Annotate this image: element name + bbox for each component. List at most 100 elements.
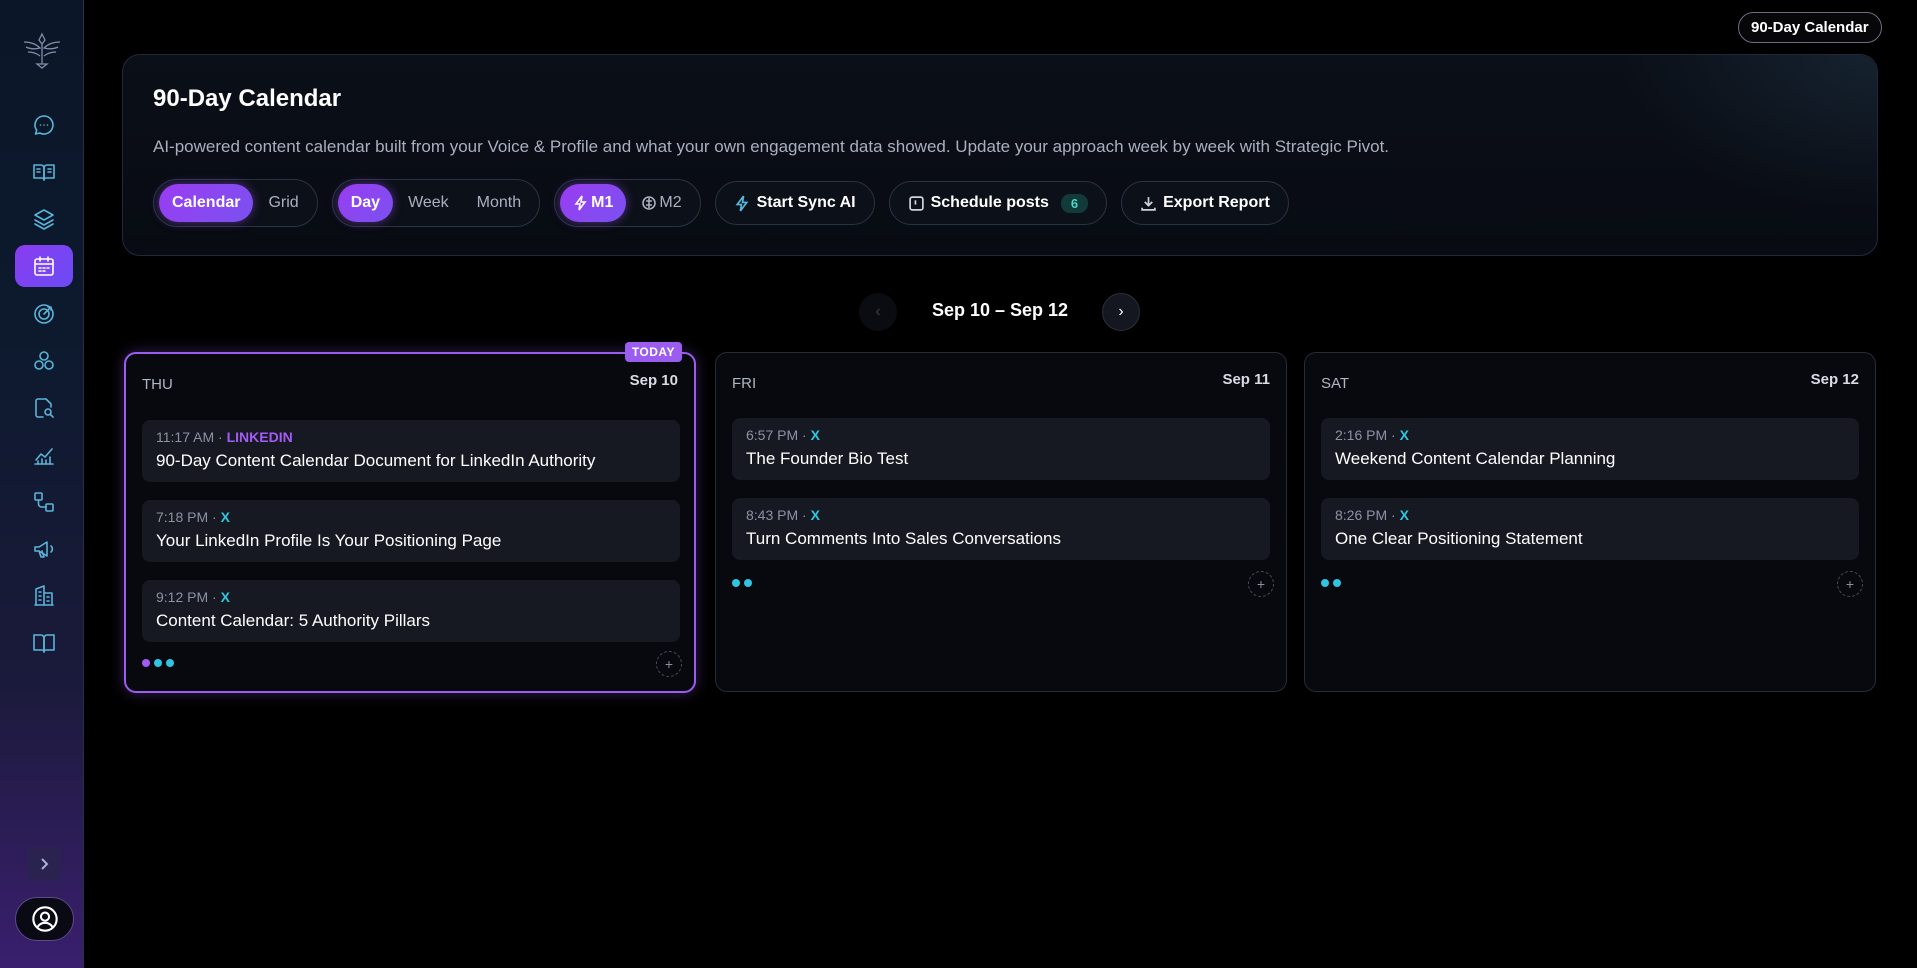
- week-range-option[interactable]: Week: [395, 184, 462, 222]
- sidebar-item-campaigns[interactable]: [15, 528, 73, 570]
- post-platform-dots: [732, 579, 752, 587]
- m1-mode-option[interactable]: M1: [560, 184, 627, 222]
- post-title: 90-Day Content Calendar Document for Lin…: [156, 451, 596, 470]
- add-post-button[interactable]: +: [656, 651, 682, 677]
- post-platform-dots: [142, 659, 174, 667]
- post-title: Content Calendar: 5 Authority Pillars: [156, 611, 431, 630]
- post-time: 9:12 PM: [156, 589, 209, 605]
- post-meta: 11:17 AM · LINKEDIN: [156, 429, 293, 445]
- expand-sidebar-button[interactable]: [27, 847, 61, 881]
- post-platform: X: [1399, 507, 1409, 523]
- page-description: AI-powered content calendar built from y…: [153, 137, 1390, 156]
- x-dot: [732, 579, 740, 587]
- post-time: 11:17 AM: [156, 429, 215, 445]
- post-time: 7:18 PM: [156, 509, 209, 525]
- app-logo-icon[interactable]: [20, 30, 64, 70]
- sidebar-item-library[interactable]: [15, 151, 73, 193]
- post-platform-dots: [1321, 579, 1341, 587]
- month-range-option[interactable]: Month: [464, 184, 534, 222]
- x-dot: [154, 659, 162, 667]
- sidebar-item-network[interactable]: [15, 340, 73, 382]
- sidebar-item-company[interactable]: [15, 575, 73, 617]
- export-report-label: Export Report: [1163, 194, 1270, 211]
- day-column-sat: SAT Sep 12 2:16 PM · X Weekend Content C…: [1304, 352, 1876, 692]
- file-search-icon: [35, 398, 54, 418]
- x-dot: [744, 579, 752, 587]
- previous-range-button[interactable]: ‹: [859, 293, 897, 331]
- start-sync-ai-button[interactable]: Start Sync AI: [714, 181, 875, 225]
- layers-icon: [34, 209, 54, 230]
- workflow-icon: [34, 492, 54, 512]
- post-card[interactable]: 8:43 PM · X Turn Comments Into Sales Con…: [732, 498, 1270, 560]
- post-meta: 8:26 PM · X: [1335, 507, 1409, 523]
- post-title: Your LinkedIn Profile Is Your Positionin…: [156, 531, 502, 550]
- sidebar-item-workflow[interactable]: [15, 481, 73, 523]
- post-card[interactable]: 11:17 AM · LINKEDIN 90-Day Content Calen…: [142, 420, 680, 482]
- post-meta: 6:57 PM · X: [746, 427, 820, 443]
- post-card[interactable]: 6:57 PM · X The Founder Bio Test: [732, 418, 1270, 480]
- day-name: SAT: [1321, 375, 1350, 392]
- start-sync-ai-label: Start Sync AI: [756, 194, 856, 211]
- lightning-icon: [574, 195, 587, 211]
- day-name: THU: [142, 376, 173, 393]
- next-range-button[interactable]: ›: [1102, 293, 1140, 331]
- scheduled-count-badge: 6: [1060, 193, 1089, 213]
- post-platform: X: [810, 507, 820, 523]
- view-toggle: Calendar Grid: [153, 179, 318, 227]
- post-time: 6:57 PM: [746, 427, 799, 443]
- post-platform: X: [220, 589, 230, 605]
- export-report-button[interactable]: Export Report: [1121, 181, 1289, 225]
- x-dot: [1321, 579, 1329, 587]
- user-avatar-button[interactable]: [15, 897, 74, 941]
- grid-view-option[interactable]: Grid: [255, 184, 311, 222]
- day-column-fri: FRI Sep 11 6:57 PM · X The Founder Bio T…: [715, 352, 1287, 692]
- day-range-option[interactable]: Day: [337, 184, 394, 222]
- post-platform: X: [220, 509, 230, 525]
- calendar-view-option[interactable]: Calendar: [159, 184, 254, 222]
- sidebar-item-guide[interactable]: [15, 622, 73, 664]
- sidebar-item-layers[interactable]: [15, 198, 73, 240]
- m2-mode-option[interactable]: M2: [628, 184, 694, 222]
- open-book-icon: [33, 164, 55, 181]
- post-platform: X: [810, 427, 820, 443]
- day-name: FRI: [732, 375, 757, 392]
- chat-bubble-icon: [34, 115, 54, 135]
- post-platform: X: [1399, 427, 1409, 443]
- post-platform: LINKEDIN: [226, 429, 293, 445]
- post-meta: 8:43 PM · X: [746, 507, 820, 523]
- post-time: 8:26 PM: [1335, 507, 1388, 523]
- linkedin-dot: [142, 659, 150, 667]
- day-date: Sep 10: [629, 372, 678, 389]
- x-dot: [166, 659, 174, 667]
- post-card[interactable]: 7:18 PM · X Your LinkedIn Profile Is You…: [142, 500, 680, 562]
- sidebar-item-file-search[interactable]: [15, 387, 73, 429]
- schedule-posts-label: Schedule posts: [930, 194, 1049, 211]
- post-title: Weekend Content Calendar Planning: [1335, 449, 1616, 468]
- m1-label: M1: [591, 194, 614, 211]
- today-badge: TODAY: [624, 342, 682, 362]
- page-title: 90-Day Calendar: [153, 85, 342, 112]
- post-meta: 9:12 PM · X: [156, 589, 230, 605]
- m2-label: M2: [659, 194, 682, 211]
- day-column-thu: TODAY THU Sep 10 11:17 AM · LINKEDIN 90-…: [124, 342, 696, 693]
- post-meta: 2:16 PM · X: [1335, 427, 1409, 443]
- x-dot: [1333, 579, 1341, 587]
- sidebar-item-target[interactable]: [15, 293, 73, 335]
- add-post-button[interactable]: +: [1248, 571, 1274, 597]
- post-card[interactable]: 2:16 PM · X Weekend Content Calendar Pla…: [1321, 418, 1859, 480]
- post-title: Turn Comments Into Sales Conversations: [746, 529, 1061, 548]
- toolbar: Calendar Grid Day Week Month M1 M2 Start…: [153, 179, 1289, 227]
- schedule-posts-button[interactable]: Schedule posts 6: [888, 181, 1108, 225]
- day-date: Sep 12: [1810, 371, 1859, 388]
- post-card[interactable]: 8:26 PM · X One Clear Positioning Statem…: [1321, 498, 1859, 560]
- sidebar-item-analytics[interactable]: [15, 434, 73, 476]
- download-icon: [1141, 196, 1156, 211]
- day-date: Sep 11: [1222, 371, 1270, 388]
- post-time: 2:16 PM: [1335, 427, 1388, 443]
- sidebar-item-calendar[interactable]: [15, 245, 73, 287]
- post-card[interactable]: 9:12 PM · X Content Calendar: 5 Authorit…: [142, 580, 680, 642]
- post-time: 8:43 PM: [746, 507, 799, 523]
- sidebar-item-chat[interactable]: [15, 104, 73, 146]
- add-post-button[interactable]: +: [1837, 571, 1863, 597]
- lightning-icon: [735, 195, 749, 211]
